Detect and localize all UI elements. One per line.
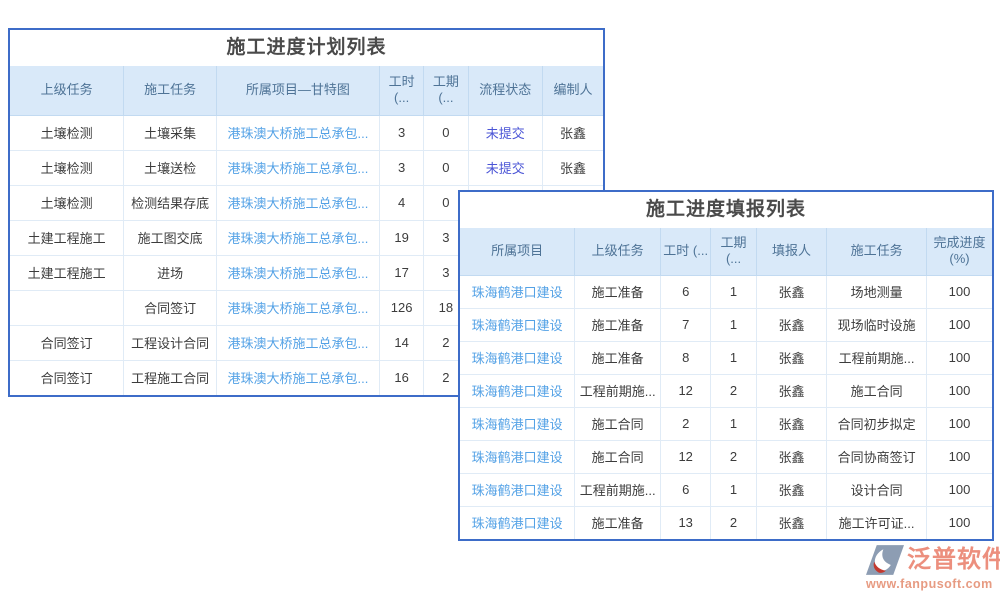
- col-construction-task: 施工任务: [124, 66, 217, 115]
- table-row: 土壤检测 土壤采集 港珠澳大桥施工总承包... 3 0 未提交 张鑫: [10, 115, 603, 150]
- project-link[interactable]: 珠海鹤港口建设: [460, 506, 575, 539]
- flow-status-link[interactable]: 未提交: [468, 150, 543, 185]
- col-parent-task: 上级任务: [575, 228, 661, 275]
- col-construction-task: 施工任务: [827, 228, 927, 275]
- report-table-title: 施工进度填报列表: [460, 192, 992, 228]
- logo-url: www.fanpusoft.com: [866, 577, 998, 591]
- table-row: 珠海鹤港口建设 施工合同 12 2 张鑫 合同协商签订 100: [460, 440, 992, 473]
- col-duration: 工期 (...: [711, 228, 756, 275]
- project-gantt-link[interactable]: 港珠澳大桥施工总承包...: [216, 360, 379, 395]
- col-parent-task: 上级任务: [10, 66, 124, 115]
- project-link[interactable]: 珠海鹤港口建设: [460, 473, 575, 506]
- project-gantt-link[interactable]: 港珠澳大桥施工总承包...: [216, 220, 379, 255]
- project-gantt-link[interactable]: 港珠澳大桥施工总承包...: [216, 115, 379, 150]
- project-link[interactable]: 珠海鹤港口建设: [460, 440, 575, 473]
- table-row: 珠海鹤港口建设 工程前期施... 6 1 张鑫 设计合同 100: [460, 473, 992, 506]
- col-author: 编制人: [543, 66, 603, 115]
- col-reporter: 填报人: [756, 228, 827, 275]
- fanpusoft-logo: 泛普软件 www.fanpusoft.com: [866, 545, 998, 591]
- table-row: 土壤检测 土壤送检 港珠澳大桥施工总承包... 3 0 未提交 张鑫: [10, 150, 603, 185]
- project-link[interactable]: 珠海鹤港口建设: [460, 308, 575, 341]
- project-gantt-link[interactable]: 港珠澳大桥施工总承包...: [216, 185, 379, 220]
- project-link[interactable]: 珠海鹤港口建设: [460, 275, 575, 308]
- report-table-panel: 施工进度填报列表 所属项目 上级任务 工时 (... 工期 (... 填报人 施…: [458, 190, 994, 541]
- table-row: 珠海鹤港口建设 施工准备 7 1 张鑫 现场临时设施 100: [460, 308, 992, 341]
- report-header-row: 所属项目 上级任务 工时 (... 工期 (... 填报人 施工任务 完成进度 …: [460, 228, 992, 275]
- col-work-hours: 工时 (...: [379, 66, 423, 115]
- project-link[interactable]: 珠海鹤港口建设: [460, 407, 575, 440]
- col-project-gantt: 所属项目—甘特图: [216, 66, 379, 115]
- fanpu-logo-icon: [866, 545, 907, 575]
- project-gantt-link[interactable]: 港珠澳大桥施工总承包...: [216, 325, 379, 360]
- table-row: 珠海鹤港口建设 工程前期施... 12 2 张鑫 施工合同 100: [460, 374, 992, 407]
- flow-status-link[interactable]: 未提交: [468, 115, 543, 150]
- project-gantt-link[interactable]: 港珠澳大桥施工总承包...: [216, 150, 379, 185]
- project-gantt-link[interactable]: 港珠澳大桥施工总承包...: [216, 255, 379, 290]
- logo-text: 泛普软件: [907, 548, 1000, 572]
- project-gantt-link[interactable]: 港珠澳大桥施工总承包...: [216, 290, 379, 325]
- table-row: 珠海鹤港口建设 施工合同 2 1 张鑫 合同初步拟定 100: [460, 407, 992, 440]
- report-table: 所属项目 上级任务 工时 (... 工期 (... 填报人 施工任务 完成进度 …: [460, 228, 992, 539]
- project-link[interactable]: 珠海鹤港口建设: [460, 341, 575, 374]
- plan-header-row: 上级任务 施工任务 所属项目—甘特图 工时 (... 工期 (... 流程状态 …: [10, 66, 603, 115]
- project-link[interactable]: 珠海鹤港口建设: [460, 374, 575, 407]
- table-row: 珠海鹤港口建设 施工准备 8 1 张鑫 工程前期施... 100: [460, 341, 992, 374]
- col-work-hours: 工时 (...: [661, 228, 711, 275]
- plan-table-title: 施工进度计划列表: [10, 30, 603, 66]
- col-project: 所属项目: [460, 228, 575, 275]
- col-completion: 完成进度 (%): [926, 228, 992, 275]
- col-duration: 工期 (...: [424, 66, 468, 115]
- col-flow-status: 流程状态: [468, 66, 543, 115]
- table-row: 珠海鹤港口建设 施工准备 13 2 张鑫 施工许可证... 100: [460, 506, 992, 539]
- table-row: 珠海鹤港口建设 施工准备 6 1 张鑫 场地测量 100: [460, 275, 992, 308]
